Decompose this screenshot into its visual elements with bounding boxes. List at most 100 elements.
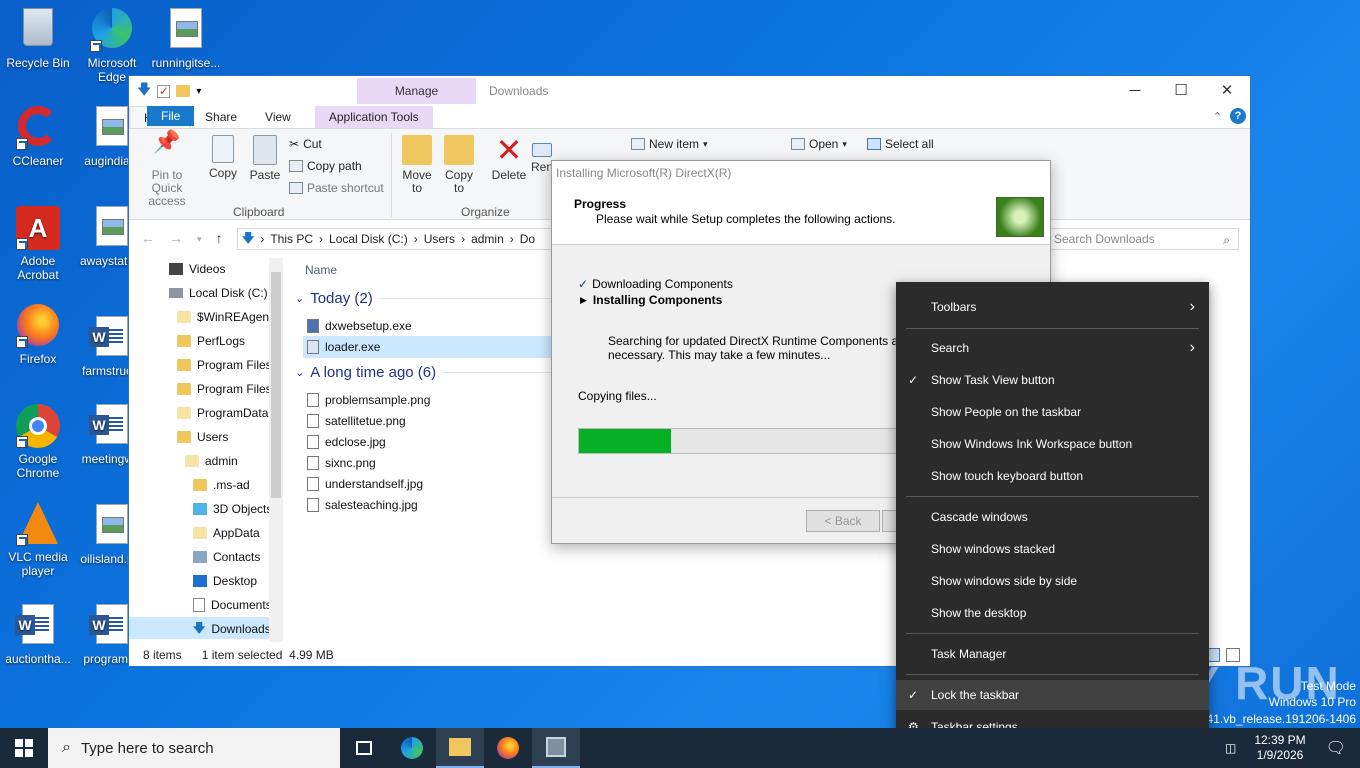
menu-item-side-by-side[interactable]: Show windows side by side (896, 566, 1209, 596)
list-item[interactable]: edclose.jpg (307, 432, 386, 452)
menu-item-cascade[interactable]: Cascade windows (896, 502, 1209, 532)
move-to-button[interactable]: Move to (399, 135, 435, 195)
list-item[interactable]: problemsample.png (307, 390, 430, 410)
list-item[interactable]: understandself.jpg (307, 474, 423, 494)
menu-item-show-task-view[interactable]: ✓ Show Task View button (896, 365, 1209, 395)
tab-file[interactable]: File (147, 106, 195, 126)
column-header-name[interactable]: Name (305, 263, 337, 277)
title-bar[interactable]: 🡇 ✓ ▾ Manage Downloads ─ ☐ ✕ (129, 76, 1250, 106)
notification-icon[interactable]: 🗨 (1318, 738, 1360, 758)
recent-chevron-icon[interactable]: ▾ (197, 230, 202, 248)
new-folder-icon[interactable] (176, 85, 191, 97)
menu-item-show-touch-keyboard[interactable]: Show touch keyboard button (896, 461, 1209, 491)
help-icon[interactable]: ? (1230, 108, 1246, 124)
pin-quick-access-button[interactable]: 📌 Pin to Quick access (135, 131, 199, 208)
nav-item-local-disk[interactable]: Local Disk (C:) (169, 282, 268, 304)
paste-button[interactable]: Paste (247, 135, 283, 182)
copy-to-button[interactable]: Copy to (441, 135, 477, 195)
list-item[interactable]: salesteaching.jpg (307, 495, 418, 515)
desktop-icon-edge[interactable]: Microsoft Edge (74, 8, 150, 84)
taskbar-firefox-button[interactable] (484, 728, 532, 768)
rename-button[interactable]: Ren (531, 135, 553, 174)
maximize-button[interactable]: ☐ (1158, 76, 1204, 106)
taskbar-explorer-button[interactable] (436, 728, 484, 768)
nav-item-users[interactable]: Users (177, 426, 228, 448)
back-button[interactable]: < Back (806, 510, 880, 532)
start-button[interactable] (0, 728, 48, 768)
copy-button[interactable]: Copy (205, 135, 241, 180)
search-input[interactable]: Search Downloads ⌕ (1047, 228, 1239, 250)
tab-application-tools[interactable]: Application Tools (314, 106, 433, 128)
desktop-icon-auctiontha[interactable]: auctiontha... (0, 604, 76, 666)
nav-item-programdata[interactable]: ProgramData (177, 402, 268, 424)
list-item[interactable]: sixnc.png (307, 453, 376, 473)
menu-item-lock-taskbar[interactable]: ✓ Lock the taskbar (896, 680, 1209, 710)
breadcrumb-users[interactable]: Users (424, 232, 455, 246)
open-button[interactable]: Open ▾ (791, 137, 847, 151)
nav-item-program-files-x86[interactable]: Program Files (177, 378, 272, 400)
close-button[interactable]: ✕ (1204, 76, 1250, 106)
nav-item-desktop[interactable]: Desktop (193, 570, 257, 592)
address-bar[interactable]: 🡇 › This PC › Local Disk (C:) › Users › … (237, 228, 555, 250)
list-item[interactable]: satellitetue.png (307, 411, 406, 431)
nav-item-downloads[interactable]: 🡇 Downloads (193, 618, 271, 640)
desktop-icon-label: auctiontha... (5, 652, 71, 666)
paste-shortcut-button[interactable]: Paste shortcut (289, 181, 384, 195)
manage-contextual-tab[interactable]: Manage (357, 78, 476, 104)
desktop-icon-vlc[interactable]: VLC media player (0, 502, 76, 578)
nav-item-contacts[interactable]: Contacts (193, 546, 260, 568)
properties-icon[interactable]: ✓ (157, 84, 171, 98)
desktop-icon-acrobat[interactable]: A Adobe Acrobat (0, 206, 76, 282)
back-arrow-icon[interactable]: ← (141, 230, 155, 248)
nav-item-videos[interactable]: Videos (169, 258, 225, 280)
desktop-icon-runningitse[interactable]: runningitse... (148, 8, 224, 70)
list-item[interactable]: loader.exe (307, 337, 380, 357)
nav-item-appdata[interactable]: AppData (193, 522, 260, 544)
menu-item-show-ink[interactable]: Show Windows Ink Workspace button (896, 429, 1209, 459)
desktop-icon-firefox[interactable]: Firefox (0, 304, 76, 366)
nav-item-admin[interactable]: admin (185, 450, 238, 472)
menu-item-show-people[interactable]: Show People on the taskbar (896, 397, 1209, 427)
menu-item-task-manager[interactable]: Task Manager (896, 639, 1209, 669)
nav-item-3d-objects[interactable]: 3D Objects (193, 498, 272, 520)
new-item-button[interactable]: New item ▾ (631, 137, 708, 151)
minimize-button[interactable]: ─ (1112, 76, 1158, 106)
menu-item-stacked[interactable]: Show windows stacked (896, 534, 1209, 564)
select-all-button[interactable]: Select all (867, 137, 934, 151)
nav-item-program-files[interactable]: Program Files (177, 354, 272, 376)
desktop-icon-ccleaner[interactable]: CCleaner (0, 106, 76, 168)
copy-path-button[interactable]: Copy path (289, 159, 362, 173)
delete-button[interactable]: ✕ Delete (489, 134, 529, 182)
nav-item-winreagent[interactable]: $WinREAgent (177, 306, 272, 328)
customize-qat-icon[interactable]: ▾ (196, 86, 201, 97)
breadcrumb-downloads[interactable]: Do (520, 232, 535, 246)
group-header-today[interactable]: ⌄ Today (2) (295, 290, 579, 307)
forward-arrow-icon[interactable]: → (169, 230, 183, 248)
tab-view[interactable]: View (251, 106, 305, 128)
list-item[interactable]: dxwebsetup.exe (307, 316, 412, 336)
taskbar-setup-button[interactable] (532, 728, 580, 768)
desktop-icon-chrome[interactable]: Google Chrome (0, 404, 76, 480)
down-arrow-icon[interactable]: 🡇 (137, 79, 151, 103)
breadcrumb-local-disk[interactable]: Local Disk (C:) (329, 232, 408, 246)
menu-item-show-desktop[interactable]: Show the desktop (896, 598, 1209, 628)
network-icon[interactable]: ◫ (1219, 741, 1242, 755)
menu-item-search[interactable]: Search › (896, 333, 1209, 363)
nav-item-documents[interactable]: Documents (193, 594, 272, 616)
clock[interactable]: 12:39 PM 1/9/2026 (1242, 733, 1317, 763)
desktop-icon-recycle-bin[interactable]: Recycle Bin (0, 8, 76, 70)
nav-item-perflogs[interactable]: PerfLogs (177, 330, 245, 352)
nav-item-ms-ad[interactable]: .ms-ad (193, 474, 250, 496)
taskbar-edge-button[interactable] (388, 728, 436, 768)
taskbar-search-box[interactable]: ⌕ Type here to search (48, 728, 340, 768)
breadcrumb-this-pc[interactable]: This PC (270, 232, 313, 246)
nav-scrollbar[interactable] (269, 258, 283, 642)
task-view-button[interactable] (340, 728, 388, 768)
breadcrumb-admin[interactable]: admin (471, 232, 504, 246)
up-arrow-icon[interactable]: ↑ (216, 230, 223, 248)
cut-button[interactable]: ✂ Cut (289, 137, 322, 151)
chevron-up-icon[interactable]: ⌃ (1213, 110, 1222, 123)
tab-share[interactable]: Share (191, 106, 251, 128)
scrollbar-thumb[interactable] (271, 272, 281, 498)
menu-item-toolbars[interactable]: Toolbars › (896, 292, 1209, 322)
